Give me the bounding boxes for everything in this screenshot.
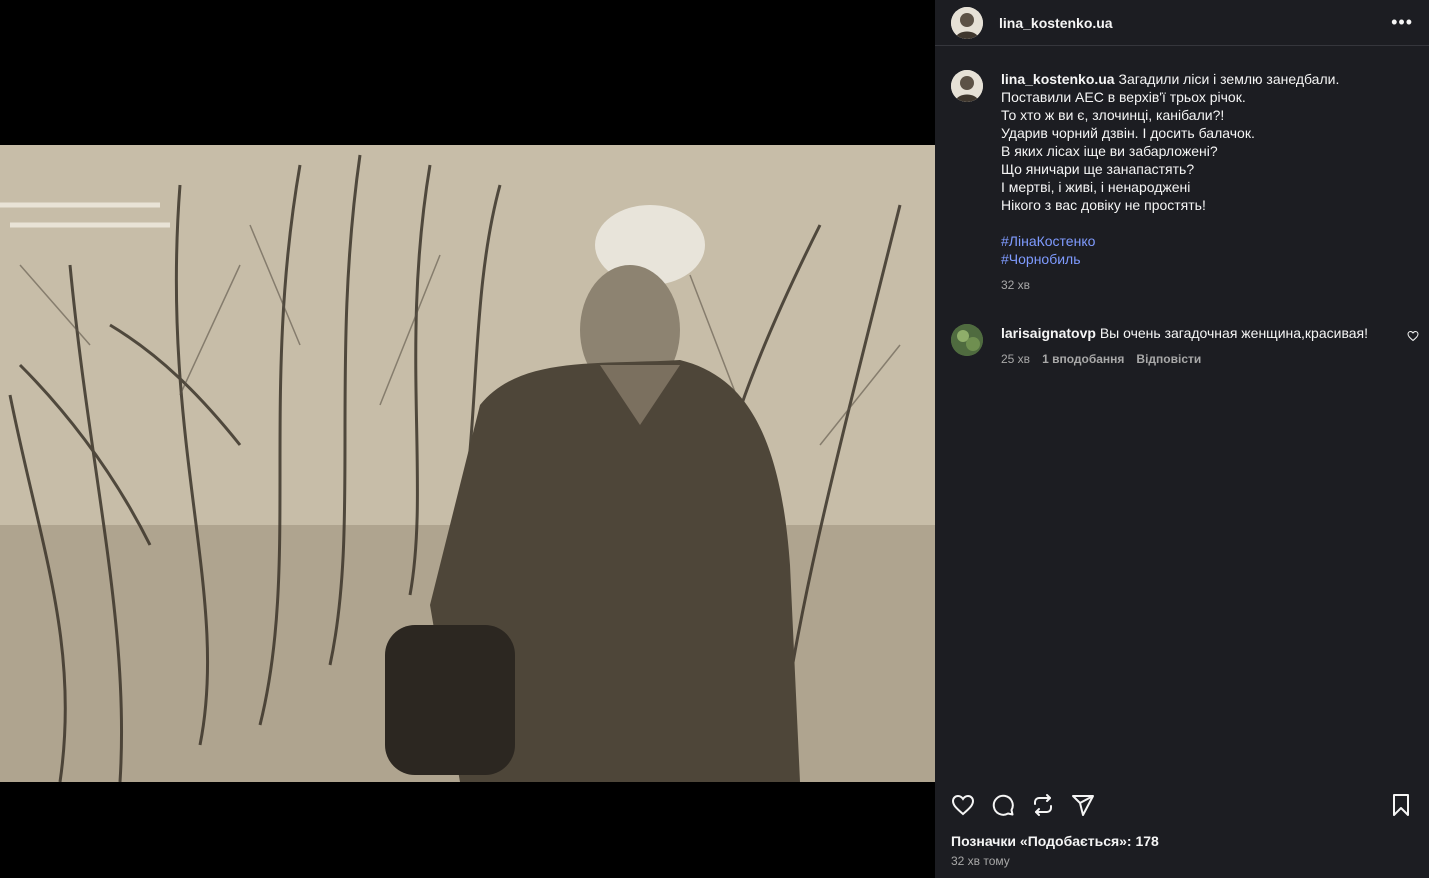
author-avatar[interactable] <box>951 6 983 39</box>
caption-line: Загадили ліси і землю занедбали. <box>1118 71 1340 87</box>
caption-line: Ударив чорний дзвін. І досить балачок. <box>1001 125 1255 141</box>
hashtag-link[interactable]: #ЛінаКостенко <box>1001 232 1339 250</box>
caption-username[interactable]: lina_kostenko.ua <box>1001 71 1115 87</box>
caption-line: Поставили АЕС в верхів'ї трьох річок. <box>1001 89 1246 105</box>
author-avatar-image <box>951 6 983 39</box>
comment-text: Вы очень загадочная женщина,красивая! <box>1099 325 1368 341</box>
post-photo[interactable] <box>0 145 935 782</box>
caption-avatar[interactable] <box>951 70 983 102</box>
reply-button[interactable]: Відповісти <box>1136 350 1201 368</box>
post-timestamp[interactable]: 32 хв тому <box>951 854 1010 868</box>
caption-time[interactable]: 32 хв <box>1001 276 1339 294</box>
comment-item: larisaignatovp Вы очень загадочная женщи… <box>935 294 1429 368</box>
post-panel: lina_kostenko.ua ••• lina_kostenko.ua За… <box>935 0 1429 878</box>
caption-avatar-image <box>951 70 983 102</box>
post-actions <box>935 790 1429 820</box>
post-media <box>0 0 935 878</box>
comment-time[interactable]: 25 хв <box>1001 350 1030 368</box>
heart-icon[interactable] <box>951 793 975 817</box>
more-icon[interactable]: ••• <box>1391 12 1413 33</box>
comment-heart-icon[interactable] <box>1407 330 1419 342</box>
caption-line: В яких лісах іще ви забарложені? <box>1001 143 1218 159</box>
post-caption: lina_kostenko.ua Загадили ліси і землю з… <box>935 46 1429 294</box>
commenter-username[interactable]: larisaignatovp <box>1001 325 1096 341</box>
comment-icon[interactable] <box>991 793 1015 817</box>
commenter-avatar-image <box>951 324 983 356</box>
likes-count[interactable]: Позначки «Подобається»: 178 <box>951 833 1159 849</box>
repost-icon[interactable] <box>1031 793 1055 817</box>
comment-likes[interactable]: 1 вподобання <box>1042 350 1124 368</box>
send-icon[interactable] <box>1071 793 1095 817</box>
bookmark-icon[interactable] <box>1389 793 1413 817</box>
post-header: lina_kostenko.ua ••• <box>935 0 1429 46</box>
hashtag-link[interactable]: #Чорнобиль <box>1001 250 1339 268</box>
caption-line: Нікого з вас довіку не простять! <box>1001 197 1206 213</box>
photo-illustration <box>0 145 935 782</box>
caption-line: І мертві, і живі, і ненароджені <box>1001 179 1191 195</box>
caption-line: Що яничари ще занапастять? <box>1001 161 1195 177</box>
caption-line: То хто ж ви є, злочинці, канібали?! <box>1001 107 1225 123</box>
commenter-avatar[interactable] <box>951 324 983 356</box>
header-username[interactable]: lina_kostenko.ua <box>999 15 1113 31</box>
